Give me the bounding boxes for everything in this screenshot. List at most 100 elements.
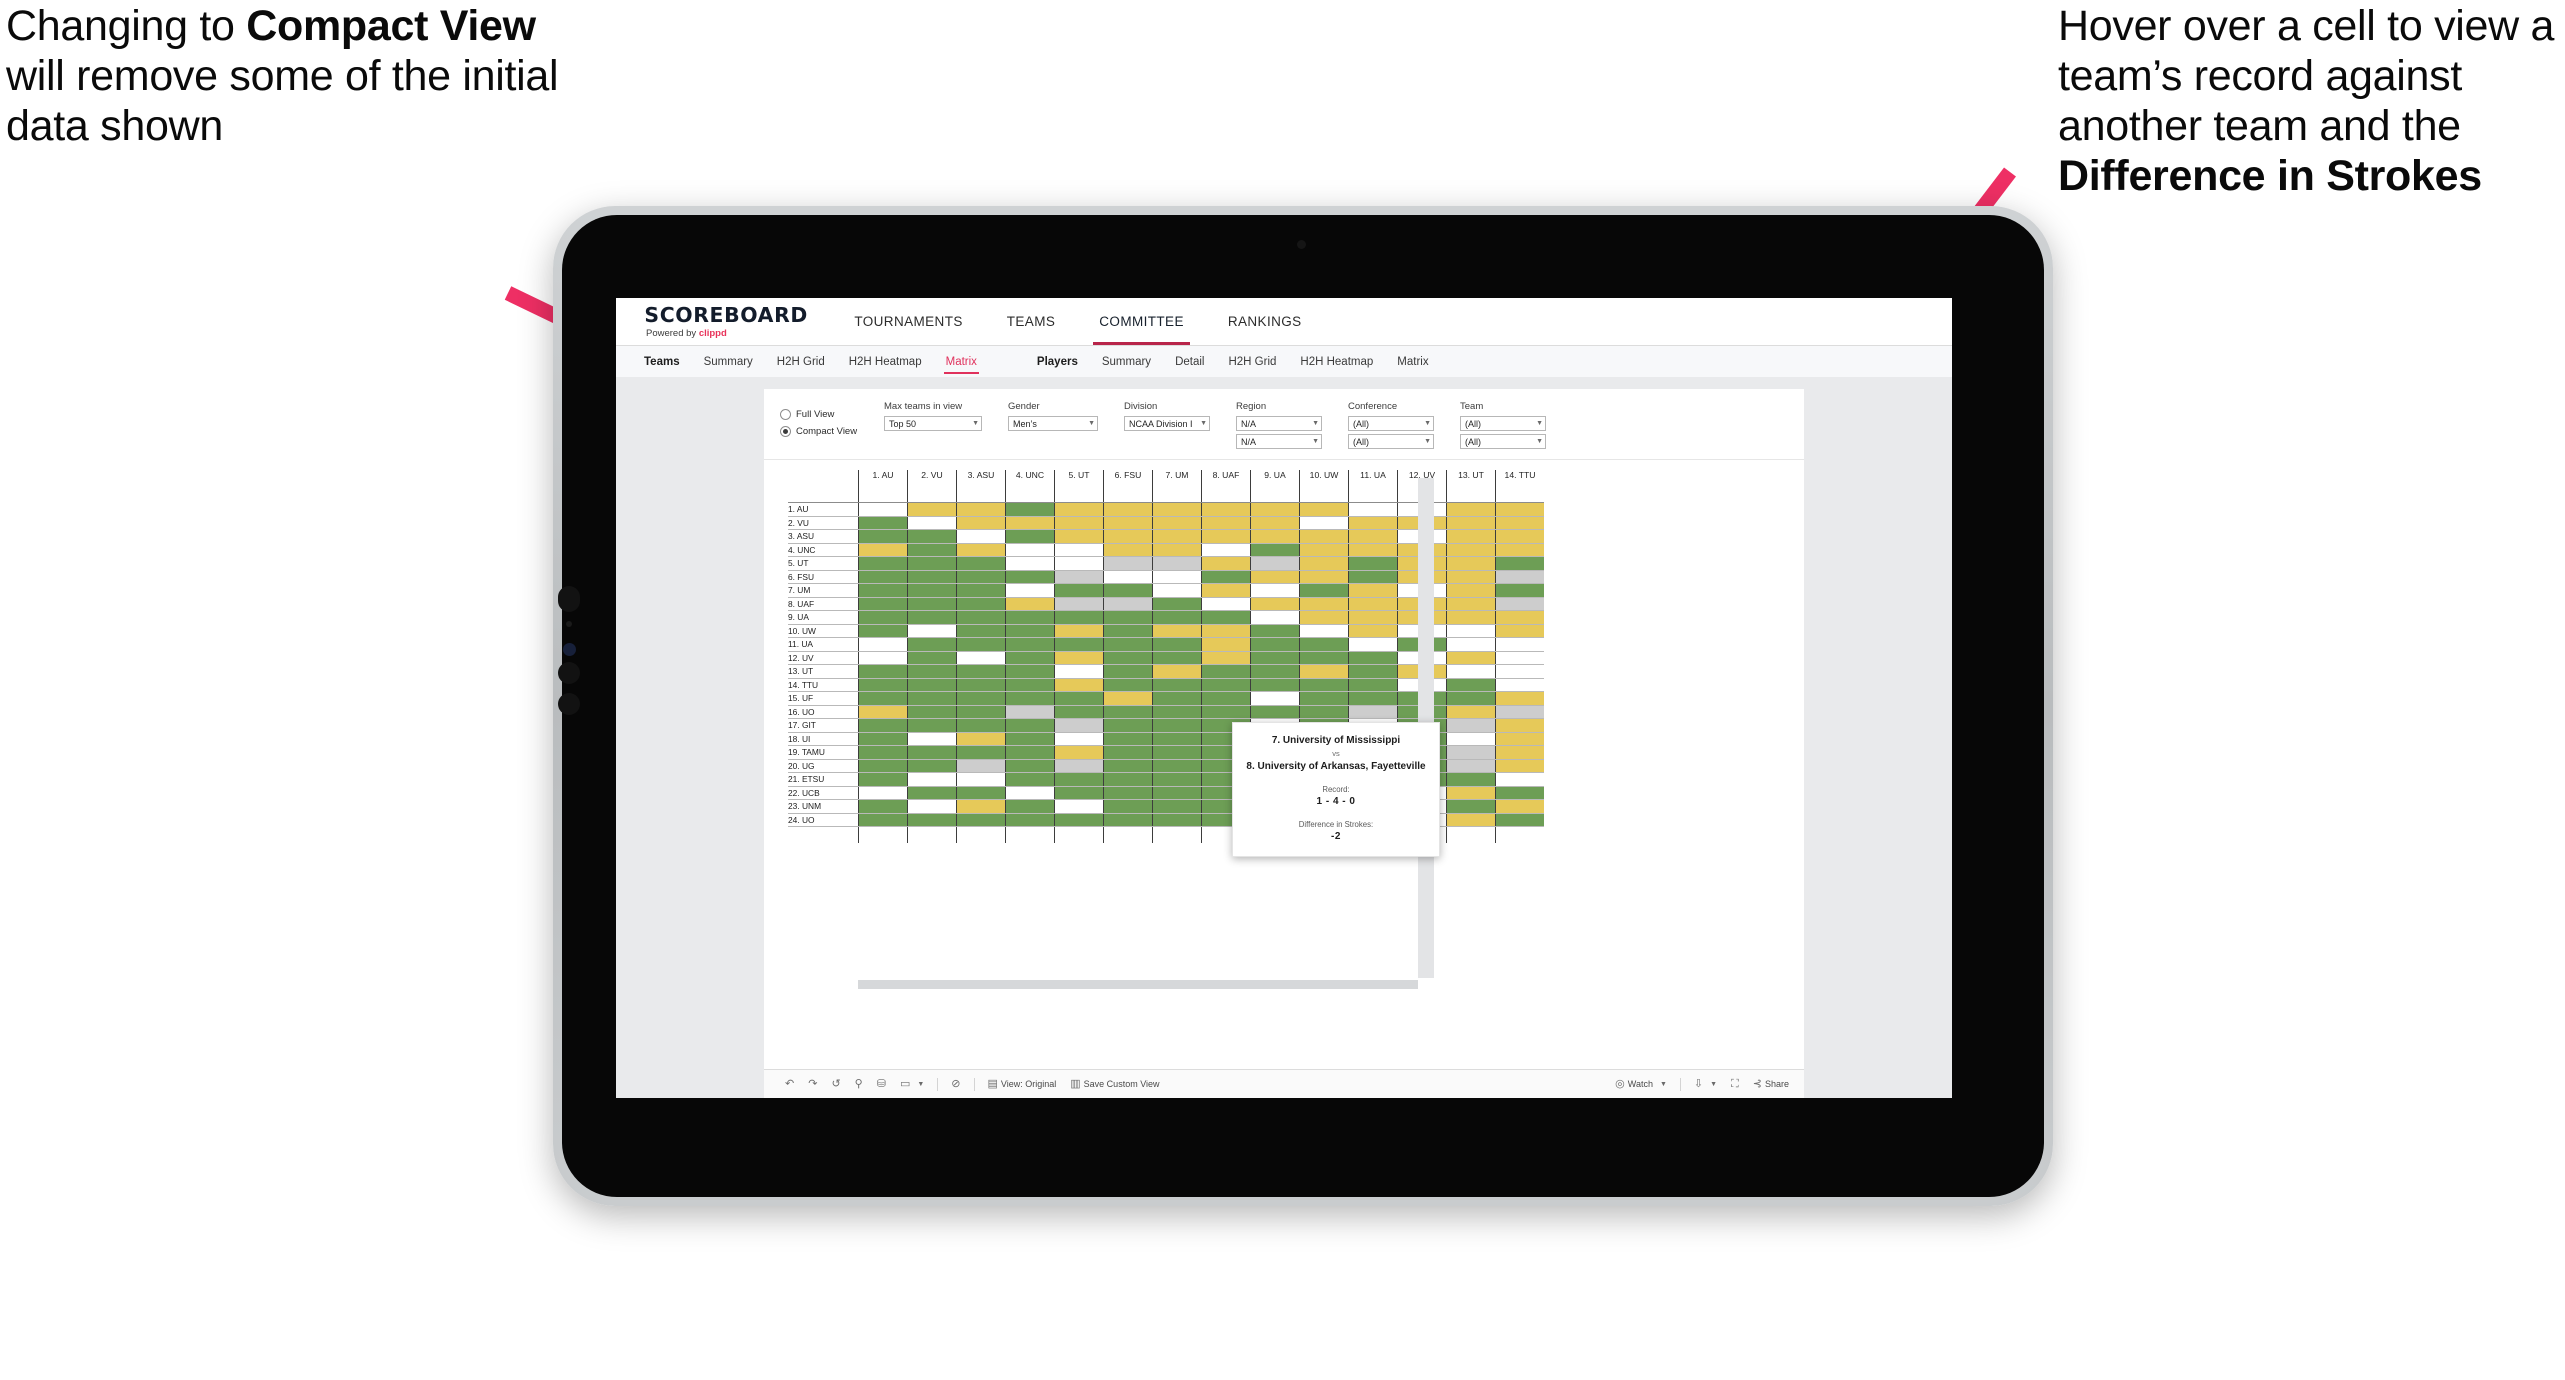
- matrix-row-header[interactable]: 23. UNM: [788, 799, 859, 814]
- matrix-cell[interactable]: [1299, 556, 1349, 571]
- matrix-cell[interactable]: [1005, 570, 1055, 584]
- matrix-cell[interactable]: [907, 732, 957, 746]
- matrix-cell[interactable]: [1054, 516, 1104, 530]
- matrix-cell[interactable]: [1348, 664, 1398, 679]
- matrix-row-header[interactable]: 8. UAF: [788, 597, 859, 611]
- matrix-cell[interactable]: [1005, 624, 1055, 638]
- matrix-cell[interactable]: [1495, 624, 1544, 638]
- matrix-row-header[interactable]: 18. UI: [788, 732, 859, 746]
- matrix-cell[interactable]: [858, 799, 908, 814]
- matrix-cell[interactable]: [1054, 583, 1104, 598]
- matrix-row-header[interactable]: 3. ASU: [788, 529, 859, 544]
- matrix-cell[interactable]: [1054, 799, 1104, 814]
- matrix-cell[interactable]: [1250, 624, 1300, 638]
- matrix-cell[interactable]: [907, 745, 957, 760]
- matrix-cell[interactable]: [1446, 813, 1496, 827]
- matrix-cell[interactable]: [1495, 678, 1544, 692]
- matrix-cell[interactable]: [907, 516, 957, 530]
- matrix-cell[interactable]: [1005, 678, 1055, 692]
- matrix-row-header[interactable]: 6. FSU: [788, 570, 859, 584]
- nav-rankings[interactable]: RANKINGS: [1206, 298, 1324, 345]
- matrix-cell[interactable]: [1103, 597, 1153, 611]
- matrix-cell[interactable]: [1348, 516, 1398, 530]
- matrix-cell[interactable]: [1495, 799, 1544, 814]
- matrix-horizontal-scrollbar[interactable]: [858, 980, 1418, 989]
- matrix-cell[interactable]: [1103, 813, 1153, 827]
- matrix-cell[interactable]: [1005, 759, 1055, 773]
- matrix-cell[interactable]: [1250, 556, 1300, 571]
- matrix-cell[interactable]: [907, 813, 957, 827]
- matrix-cell[interactable]: [858, 624, 908, 638]
- matrix-cell[interactable]: [1495, 570, 1544, 584]
- matrix-cell[interactable]: [1299, 570, 1349, 584]
- matrix-row-header[interactable]: 11. UA: [788, 637, 859, 652]
- refresh-button[interactable]: ⚲: [848, 1078, 870, 1090]
- matrix-cell[interactable]: [907, 556, 957, 571]
- matrix-cell[interactable]: [1054, 651, 1104, 665]
- matrix-row-header[interactable]: 13. UT: [788, 664, 859, 679]
- matrix-cell[interactable]: [1005, 664, 1055, 679]
- matrix-cell[interactable]: [907, 502, 957, 517]
- matrix-cell[interactable]: [1054, 759, 1104, 773]
- matrix-col-header[interactable]: 6. FSU: [1103, 470, 1153, 503]
- matrix-cell[interactable]: [1250, 664, 1300, 679]
- matrix-cell[interactable]: [1152, 759, 1202, 773]
- matrix-cell[interactable]: [1299, 597, 1349, 611]
- matrix-cell[interactable]: [1201, 637, 1251, 652]
- matrix-cell[interactable]: [1201, 529, 1251, 544]
- matrix-cell[interactable]: [1250, 610, 1300, 625]
- matrix-cell[interactable]: [1005, 543, 1055, 557]
- matrix-cell[interactable]: [907, 705, 957, 719]
- matrix-cell[interactable]: [1152, 772, 1202, 787]
- matrix-cell[interactable]: [1054, 732, 1104, 746]
- matrix-cell[interactable]: [1201, 556, 1251, 571]
- matrix-cell[interactable]: [1299, 516, 1349, 530]
- matrix-cell[interactable]: [1152, 529, 1202, 544]
- matrix-cell[interactable]: [1103, 664, 1153, 679]
- matrix-col-header[interactable]: 1. AU: [858, 470, 908, 503]
- matrix-cell[interactable]: [907, 664, 957, 679]
- matrix-cell[interactable]: [858, 570, 908, 584]
- subnav-teams-h2h-grid[interactable]: H2H Grid: [765, 346, 837, 378]
- matrix-cell[interactable]: [1446, 529, 1496, 544]
- matrix-cell[interactable]: [858, 759, 908, 773]
- matrix-cell[interactable]: [956, 691, 1006, 706]
- matrix-cell[interactable]: [956, 529, 1006, 544]
- matrix-cell[interactable]: [1005, 813, 1055, 827]
- matrix-cell[interactable]: [1446, 732, 1496, 746]
- redo-button[interactable]: ↷: [801, 1078, 824, 1090]
- matrix-cell[interactable]: [1250, 583, 1300, 598]
- matrix-cell[interactable]: [1005, 705, 1055, 719]
- matrix-row-header[interactable]: 19. TAMU: [788, 745, 859, 760]
- matrix-cell[interactable]: [1446, 664, 1496, 679]
- matrix-cell[interactable]: [1446, 678, 1496, 692]
- matrix-cell[interactable]: [1446, 610, 1496, 625]
- matrix-cell[interactable]: [1152, 556, 1202, 571]
- matrix-cell[interactable]: [1348, 502, 1398, 517]
- matrix-cell[interactable]: [1201, 624, 1251, 638]
- matrix-cell[interactable]: [1054, 624, 1104, 638]
- matrix-cell[interactable]: [1152, 651, 1202, 665]
- matrix-cell[interactable]: [1152, 745, 1202, 760]
- matrix-cell[interactable]: [1495, 583, 1544, 598]
- filter-conference-select-2[interactable]: (All) ▼: [1348, 434, 1434, 449]
- matrix-cell[interactable]: [1054, 543, 1104, 557]
- matrix-cell[interactable]: [1054, 597, 1104, 611]
- matrix-cell[interactable]: [1005, 718, 1055, 733]
- matrix-col-header[interactable]: 11. UA: [1348, 470, 1398, 503]
- matrix-cell[interactable]: [858, 651, 908, 665]
- matrix-row-header[interactable]: 20. UG: [788, 759, 859, 773]
- matrix-cell[interactable]: [1299, 651, 1349, 665]
- matrix-cell[interactable]: [1495, 516, 1544, 530]
- filter-max-teams-select[interactable]: Top 50 ▼: [884, 416, 982, 431]
- matrix-cell[interactable]: [1103, 745, 1153, 760]
- matrix-cell[interactable]: [1446, 705, 1496, 719]
- subnav-teams-matrix[interactable]: Matrix: [934, 346, 989, 378]
- matrix-cell[interactable]: [1299, 637, 1349, 652]
- radio-compact-view[interactable]: Compact View: [780, 426, 858, 437]
- matrix-cell[interactable]: [1250, 502, 1300, 517]
- matrix-col-header[interactable]: 3. ASU: [956, 470, 1006, 503]
- matrix-cell[interactable]: [1005, 637, 1055, 652]
- matrix-cell[interactable]: [858, 516, 908, 530]
- matrix-cell[interactable]: [858, 745, 908, 760]
